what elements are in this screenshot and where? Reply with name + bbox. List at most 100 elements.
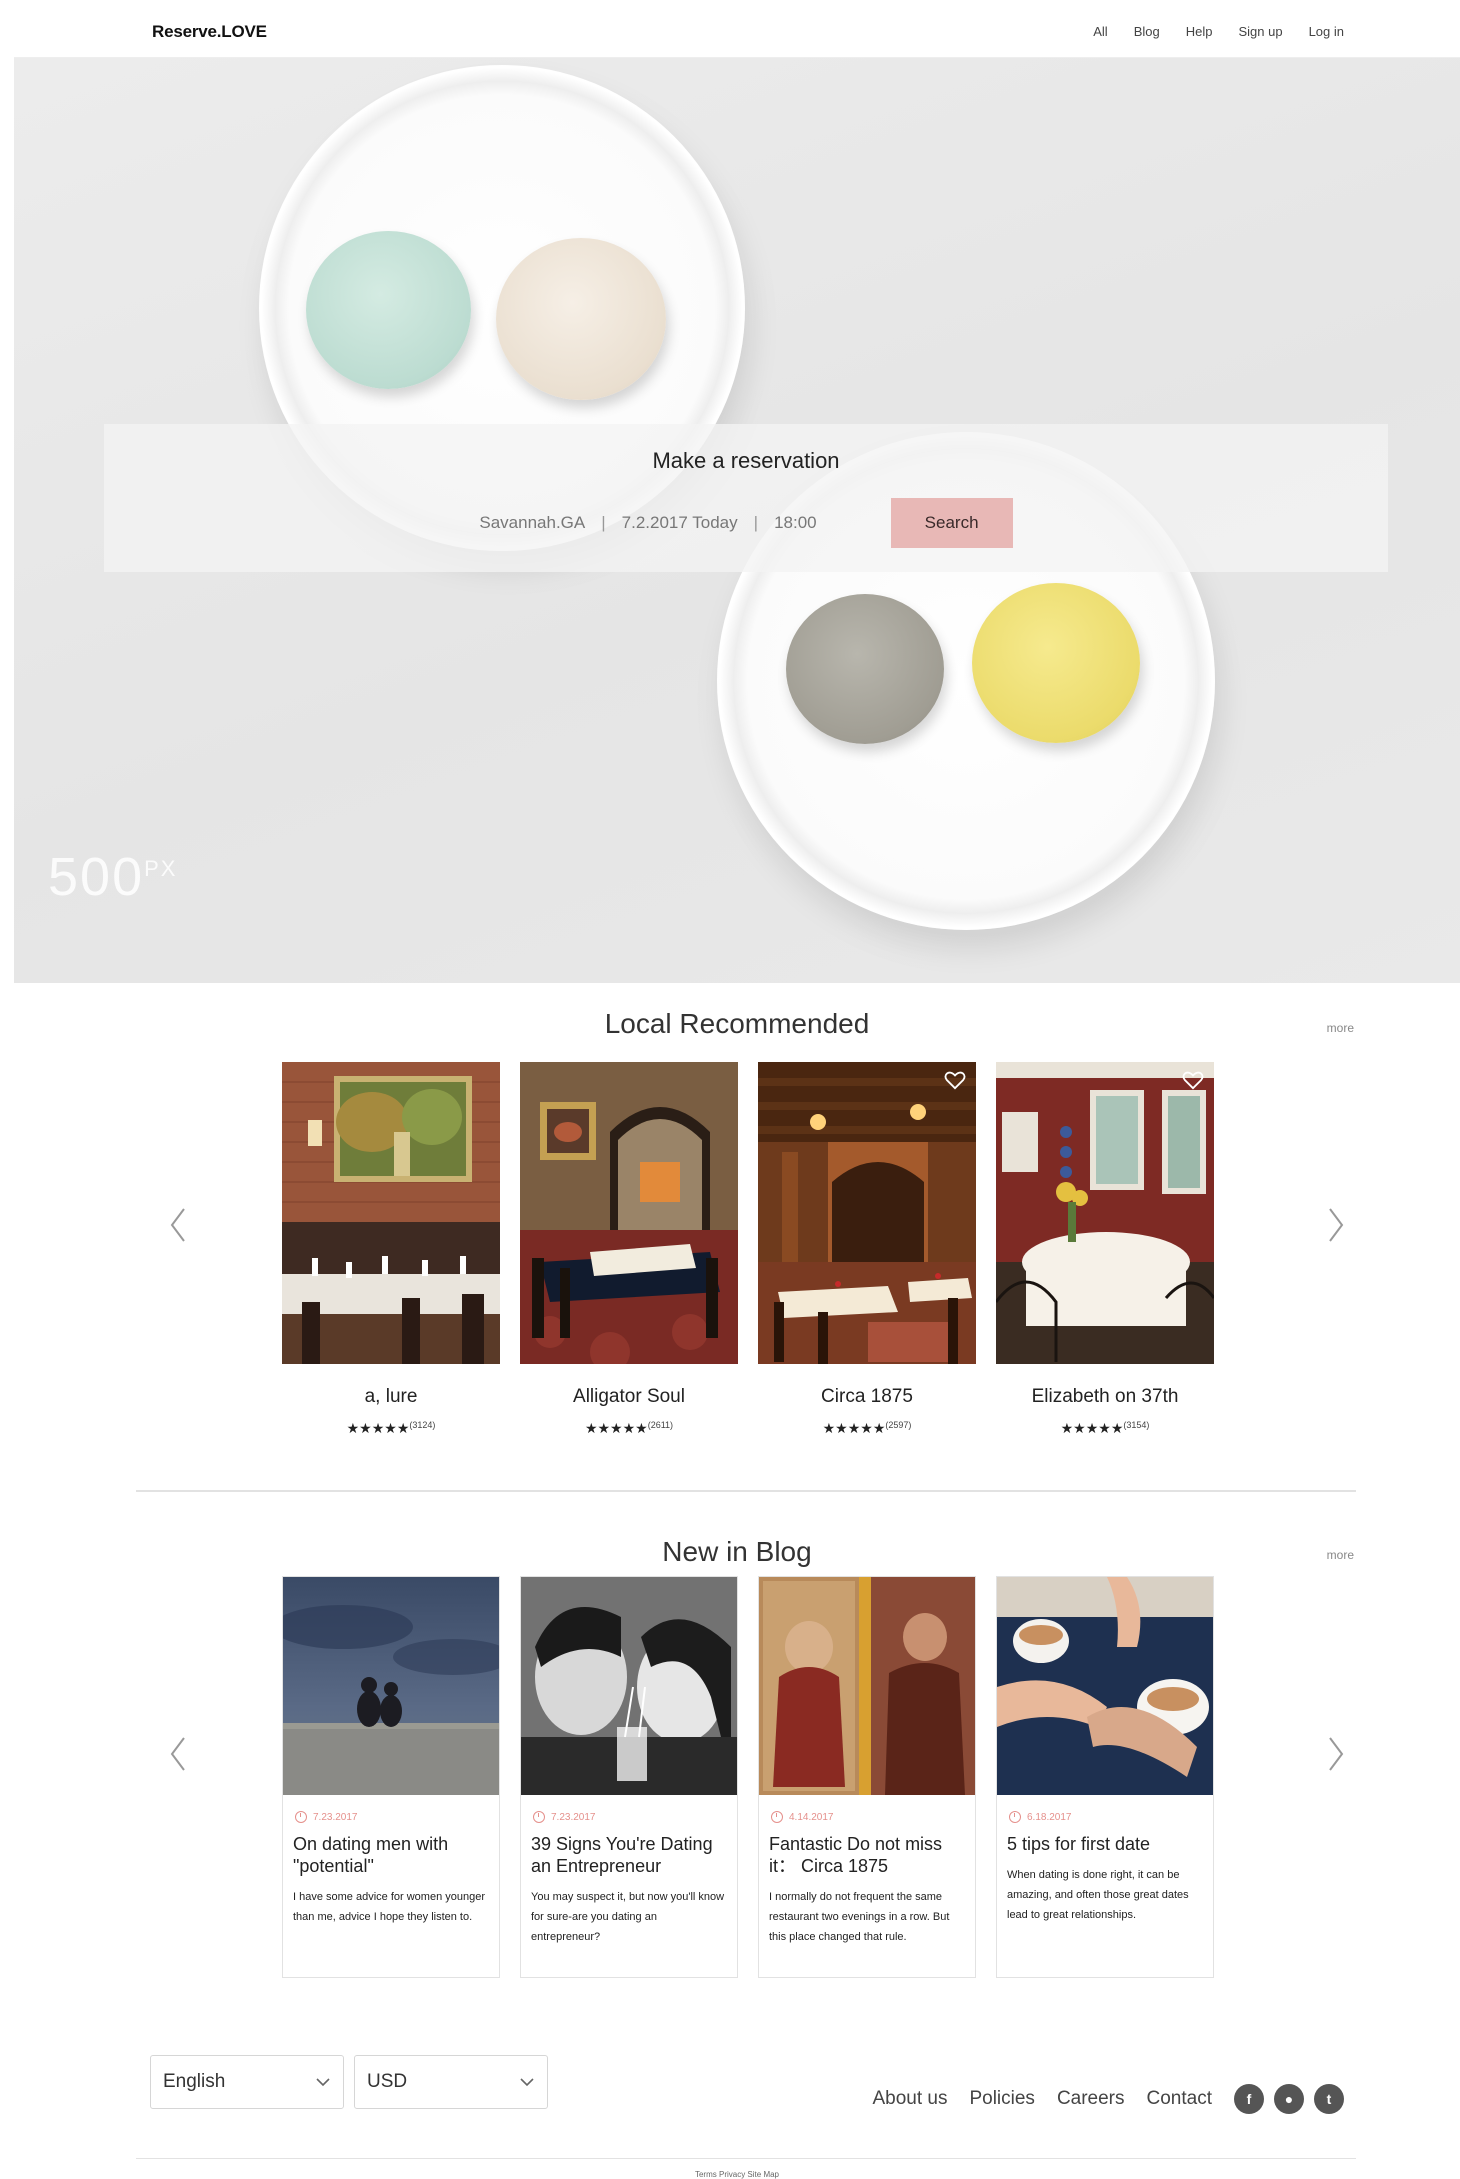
carousel-next-arrow[interactable] [1324, 1203, 1348, 1247]
field-separator: | [753, 513, 759, 532]
heart-icon[interactable] [1182, 1070, 1204, 1090]
post-date: 4.14.2017 [771, 1811, 975, 1823]
post-excerpt: I normally do not frequent the same rest… [769, 1891, 950, 1943]
clock-icon [533, 1811, 545, 1823]
local-recommended-title: Local Recommended [604, 1008, 870, 1039]
footer-link-careers[interactable]: Careers [1057, 2088, 1125, 2110]
star-rating-icon: ★★★★★ [584, 1420, 648, 1436]
post-excerpt: When dating is done right, it can be ama… [1007, 1869, 1189, 1921]
review-count: (2611) [647, 1420, 674, 1430]
blog-photo [283, 1577, 499, 1795]
post-date: 7.23.2017 [533, 1811, 737, 1823]
post-title[interactable]: On dating men with "potential" [293, 1833, 489, 1877]
chevron-down-icon [520, 2078, 534, 2087]
review-count: (3124) [409, 1420, 436, 1430]
instagram-icon[interactable]: ● [1274, 2084, 1304, 2114]
clock-icon [771, 1811, 783, 1823]
nav-sign-up[interactable]: Sign up [1238, 24, 1282, 39]
section-divider [136, 1490, 1356, 1492]
footer-divider [136, 2158, 1356, 2159]
blog-more-link[interactable]: more [1327, 1548, 1354, 1562]
page: Reserve.LOVE All Blog Help Sign up Log i… [14, 8, 1460, 2179]
nav-blog[interactable]: Blog [1134, 24, 1160, 39]
blog-section-title: New in Blog [662, 1536, 812, 1567]
twitter-icon[interactable]: t [1314, 2084, 1344, 2114]
reservation-fields: Savannah.GA | 7.2.2017 Today | 18:00 Sea… [104, 498, 1388, 548]
date-field[interactable]: 7.2.2017 Today [622, 513, 738, 533]
footer-link-policies[interactable]: Policies [969, 2088, 1034, 2110]
restaurant-photo [758, 1062, 976, 1364]
blog-photo [759, 1577, 975, 1795]
restaurant-card[interactable]: Elizabeth on 37th ★★★★★(3154) [996, 1062, 1214, 1437]
blog-photo [521, 1577, 737, 1795]
reservation-title: Make a reservation [652, 448, 840, 473]
restaurant-card[interactable]: a, lure ★★★★★(3124) [282, 1062, 500, 1437]
restaurant-rating: ★★★★★(3124) [282, 1420, 500, 1437]
heart-icon[interactable] [944, 1070, 966, 1090]
blog-photo [997, 1577, 1213, 1795]
nav-all[interactable]: All [1093, 24, 1107, 39]
photo-watermark: 500PX [48, 847, 178, 907]
currency-value: USD [367, 2071, 408, 2092]
star-rating-icon: ★★★★★ [1060, 1420, 1124, 1436]
facebook-icon[interactable]: f [1234, 2084, 1264, 2114]
language-select[interactable]: English [150, 2055, 344, 2109]
time-field[interactable]: 18:00 [774, 513, 817, 533]
restaurant-rating: ★★★★★(3154) [996, 1420, 1214, 1437]
footer-bottom-links[interactable]: Terms Privacy Site Map [14, 2170, 1460, 2179]
post-date: 6.18.2017 [1009, 1811, 1213, 1823]
location-field[interactable]: Savannah.GA [479, 513, 585, 533]
currency-select[interactable]: USD [354, 2055, 548, 2109]
restaurant-name: Circa 1875 [821, 1386, 913, 1407]
post-title[interactable]: 39 Signs You're Dating an Entrepreneur [531, 1833, 727, 1877]
footer-nav: About us Policies Careers Contact f ● t [872, 2084, 1344, 2114]
restaurant-photo [282, 1062, 500, 1364]
restaurant-name: Elizabeth on 37th [1031, 1386, 1179, 1407]
blog-prev-arrow[interactable] [166, 1732, 190, 1776]
chevron-right-icon [1329, 1208, 1344, 1242]
post-title[interactable]: 5 tips for first date [1007, 1833, 1203, 1855]
review-count: (2597) [885, 1420, 912, 1430]
restaurant-name: Alligator Soul [573, 1386, 685, 1407]
chevron-left-icon [170, 1208, 185, 1242]
chevron-right-icon [1329, 1737, 1344, 1771]
local-more-link[interactable]: more [1327, 1021, 1354, 1035]
clock-icon [295, 1811, 307, 1823]
star-rating-icon: ★★★★★ [346, 1420, 410, 1436]
footer-link-about[interactable]: About us [872, 2088, 947, 2110]
social-icons: f ● t [1234, 2084, 1344, 2114]
restaurant-rating: ★★★★★(2597) [758, 1420, 976, 1437]
chevron-left-icon [170, 1737, 185, 1771]
site-logo[interactable]: Reserve.LOVE [152, 22, 267, 42]
hero-banner: 500PX Make a reservation Savannah.GA | 7… [14, 58, 1460, 983]
chevron-down-icon [316, 2078, 330, 2087]
blog-next-arrow[interactable] [1324, 1732, 1348, 1776]
restaurant-photo [996, 1062, 1214, 1364]
reservation-panel: Make a reservation Savannah.GA | 7.2.201… [104, 424, 1388, 572]
clock-icon [1009, 1811, 1021, 1823]
post-title[interactable]: Fantastic Do not miss it： Circa 1875 [769, 1833, 965, 1877]
blog-card[interactable]: 6.18.2017 5 tips for first date When dat… [996, 1576, 1214, 1978]
top-nav-links: All Blog Help Sign up Log in [1093, 24, 1344, 39]
restaurant-card[interactable]: Circa 1875 ★★★★★(2597) [758, 1062, 976, 1437]
restaurant-card[interactable]: Alligator Soul ★★★★★(2611) [520, 1062, 738, 1437]
nav-log-in[interactable]: Log in [1309, 24, 1344, 39]
search-button[interactable]: Search [890, 498, 1013, 548]
nav-help[interactable]: Help [1186, 24, 1213, 39]
review-count: (3154) [1123, 1420, 1150, 1430]
blog-card[interactable]: 7.23.2017 39 Signs You're Dating an Entr… [520, 1576, 738, 1978]
carousel-prev-arrow[interactable] [166, 1203, 190, 1247]
blog-card[interactable]: 4.14.2017 Fantastic Do not miss it： Circ… [758, 1576, 976, 1978]
macaron-cream [496, 238, 666, 400]
top-navbar: Reserve.LOVE All Blog Help Sign up Log i… [14, 8, 1460, 58]
restaurant-rating: ★★★★★(2611) [520, 1420, 738, 1437]
star-rating-icon: ★★★★★ [822, 1420, 886, 1436]
post-date: 7.23.2017 [295, 1811, 499, 1823]
blog-card[interactable]: 7.23.2017 On dating men with "potential"… [282, 1576, 500, 1978]
post-excerpt: I have some advice for women younger tha… [293, 1891, 485, 1923]
field-separator: | [601, 513, 606, 532]
macaron-yellow [972, 583, 1140, 743]
restaurant-photo [520, 1062, 738, 1364]
footer-link-contact[interactable]: Contact [1147, 2088, 1212, 2110]
restaurant-name: a, lure [364, 1386, 418, 1407]
